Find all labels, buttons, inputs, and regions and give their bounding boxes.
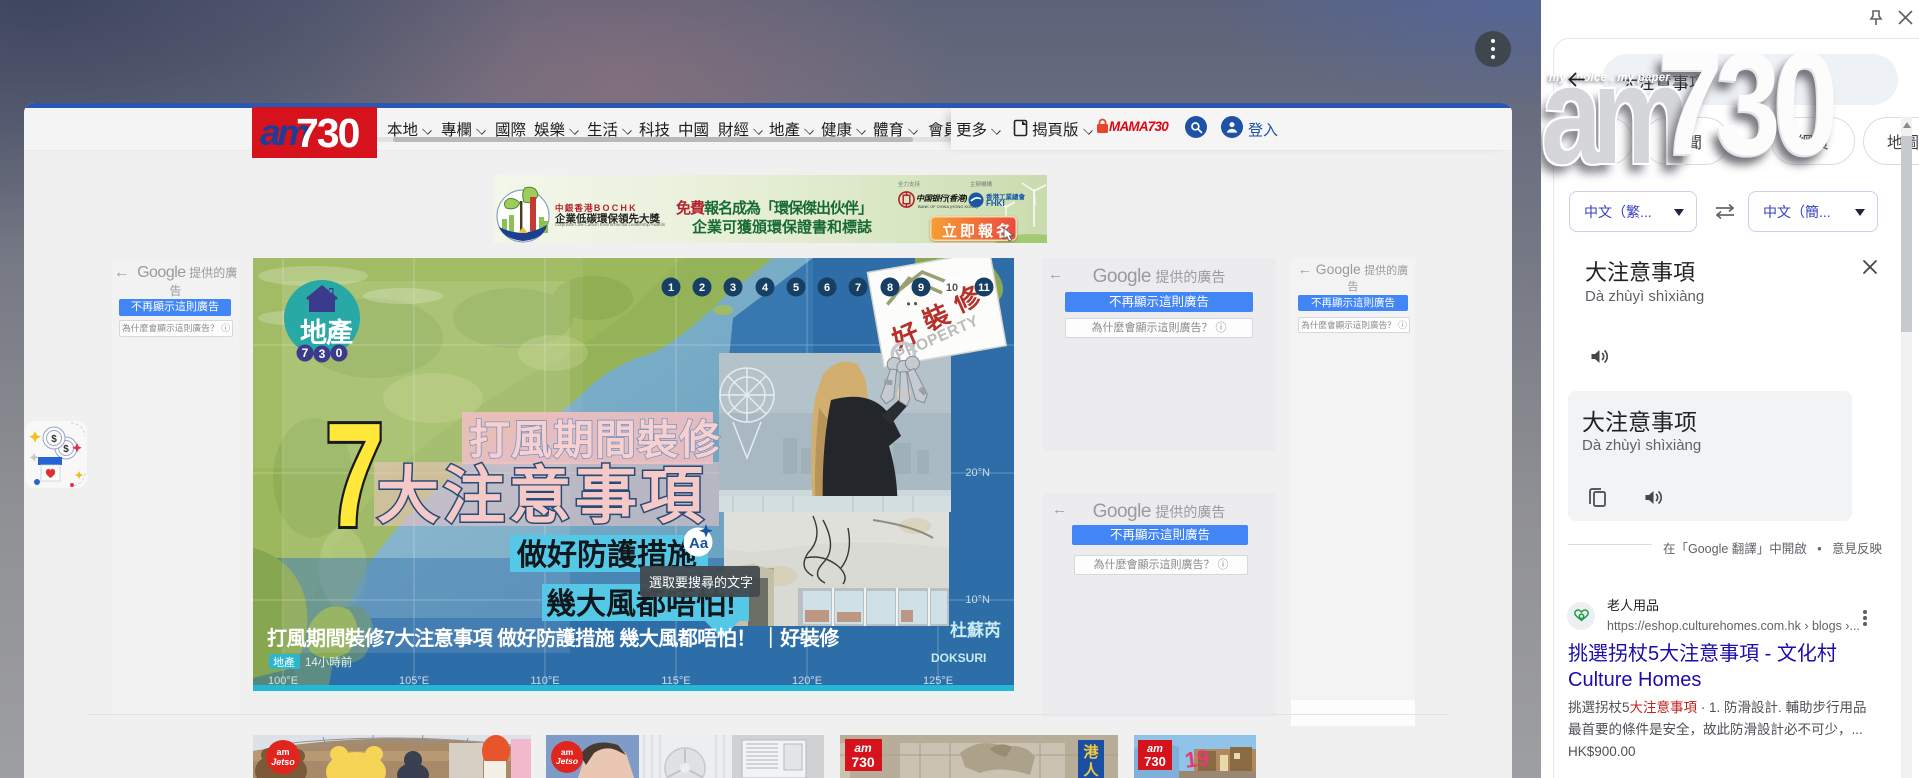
svg-text:0: 0: [336, 346, 343, 360]
svg-text:11: 11: [978, 282, 990, 294]
svg-text:7: 7: [855, 282, 861, 294]
svg-text:6: 6: [824, 282, 830, 294]
svg-text:am: am: [854, 741, 872, 755]
svg-text:Aa: Aa: [689, 535, 709, 552]
svg-text:3: 3: [730, 282, 736, 294]
svg-text:730: 730: [1144, 754, 1166, 769]
svg-text:730: 730: [851, 754, 875, 770]
svg-text:地產: 地產: [300, 317, 353, 348]
svg-text:8: 8: [887, 282, 893, 294]
svg-text:10: 10: [946, 282, 958, 294]
svg-text:地產: 地產: [273, 655, 295, 669]
svg-text:選取要搜尋的文字: 選取要搜尋的文字: [649, 575, 753, 590]
svg-text:打風期間裝修7大注意事項 做好防護措施 幾大風都唔怕！ ｜好: 打風期間裝修7大注意事項 做好防護措施 幾大風都唔怕！ ｜好裝修: [267, 626, 840, 650]
svg-text:人: 人: [1083, 762, 1099, 778]
svg-text:7: 7: [302, 346, 309, 360]
svg-text:9: 9: [918, 282, 924, 294]
svg-text:Jetso: Jetso: [556, 756, 578, 766]
svg-text:杜蘇芮: 杜蘇芮: [950, 620, 1001, 640]
svg-text:$: $: [51, 434, 57, 445]
svg-text:19: 19: [1183, 745, 1211, 773]
svg-text:20°N: 20°N: [965, 467, 990, 479]
svg-text:am: am: [276, 747, 289, 757]
svg-text:3: 3: [319, 347, 326, 361]
svg-text:7: 7: [325, 393, 384, 558]
svg-text:1: 1: [668, 282, 674, 294]
svg-text:4: 4: [762, 282, 769, 294]
svg-text:Jetso: Jetso: [271, 757, 295, 767]
svg-text:10°N: 10°N: [965, 594, 990, 606]
svg-text:DOKSURI: DOKSURI: [931, 651, 986, 665]
svg-text:打風期間裝修: 打風期間裝修: [469, 417, 721, 463]
svg-text:$: $: [63, 444, 69, 455]
svg-text:2: 2: [699, 282, 705, 294]
svg-text:14小時前: 14小時前: [305, 655, 352, 669]
svg-text:港: 港: [1083, 743, 1099, 761]
svg-text:大注意事項: 大注意事項: [377, 462, 707, 531]
svg-text:5: 5: [793, 282, 799, 294]
svg-text:30°N: 30°N: [965, 339, 990, 351]
